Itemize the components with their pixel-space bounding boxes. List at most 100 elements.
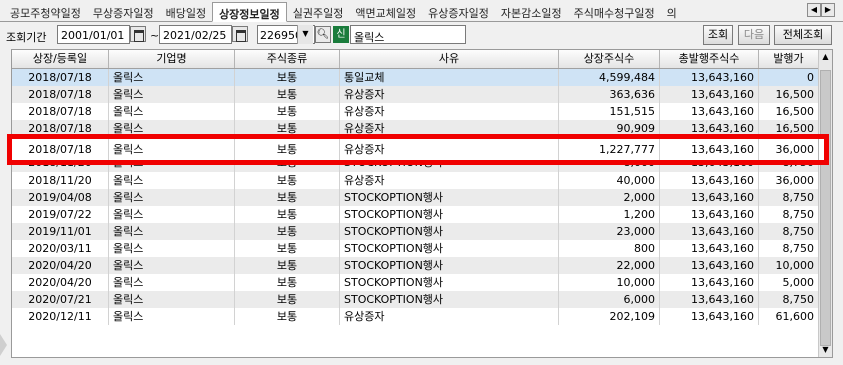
tab-appraisal-rights[interactable]: 주식매수청구일정 xyxy=(568,2,661,21)
tab-dividend[interactable]: 배당일정 xyxy=(160,2,212,21)
cell-company: 올릭스 xyxy=(109,222,235,240)
cell-reason: 유상증자 xyxy=(340,308,559,326)
search-icon[interactable]: 🔍︎ xyxy=(315,26,331,43)
cell-reason: STOCKOPTION행사 xyxy=(340,222,559,240)
tab-listing-info[interactable]: 상장정보일정 xyxy=(212,2,287,22)
cell-share-type: 보통 xyxy=(235,69,340,87)
cell-listed-shares: 1,227,777 xyxy=(559,139,660,160)
calendar-icon[interactable] xyxy=(232,26,248,42)
cell-share-type: 보통 xyxy=(235,257,340,275)
table-row[interactable]: 2020/12/11 올릭스 보통 유상증자 202,109 13,643,160 61,6… xyxy=(12,308,832,326)
table-row[interactable]: 2018/07/18 올릭스 보통 유상증자 363,636 13,643,160 16,5… xyxy=(12,86,832,104)
search-all-button[interactable]: 전체조회 xyxy=(774,25,832,45)
tab-forfeited-shares[interactable]: 실권주일정 xyxy=(287,2,350,21)
tab-rights-issue[interactable]: 유상증자일정 xyxy=(422,2,495,21)
tab-scroll-left-icon[interactable]: ◀ xyxy=(807,3,821,17)
cell-listing-date: 2018/07/18 xyxy=(12,86,109,104)
end-date-input[interactable]: 2021/02/25 xyxy=(159,25,232,44)
cell-total-shares: 13,643,160 xyxy=(660,188,759,206)
cell-listed-shares: 363,636 xyxy=(559,86,660,104)
cell-issue-price: 36,000 xyxy=(759,171,819,189)
table-row[interactable]: 2018/07/18 올릭스 보통 통일교체 4,599,484 13,643,160 0 xyxy=(12,69,832,87)
cell-total-shares: 13,643,160 xyxy=(660,291,759,309)
cell-company: 올릭스 xyxy=(109,103,235,121)
cell-share-type: 보통 xyxy=(235,274,340,292)
cell-total-shares: 13,643,160 xyxy=(660,103,759,121)
tab-ipo-subscription[interactable]: 공모주청약일정 xyxy=(4,2,87,21)
table-body: 2018/07/18 올릭스 보통 통일교체 4,599,484 13,643,160 0 2… xyxy=(12,69,832,326)
cell-listing-date: 2020/07/21 xyxy=(12,291,109,309)
table-row[interactable]: 2019/04/08 올릭스 보통 STOCKOPTION행사 2,000 13,643,… xyxy=(12,188,832,206)
cell-issue-price: 8,750 xyxy=(759,239,819,258)
cell-reason: STOCKOPTION행사 xyxy=(340,291,559,309)
scroll-down-icon[interactable]: ▼ xyxy=(819,343,832,357)
table-row[interactable]: 2018/07/18 올릭스 보통 유상증자 1,227,777 13,643,… xyxy=(12,139,824,160)
cell-listed-shares: 1,200 xyxy=(559,205,660,223)
table-row[interactable]: 2018/11/20 올릭스 보통 유상증자 40,000 13,643,160 36,00… xyxy=(12,171,832,189)
table-row[interactable]: 2018/07/18 올릭스 보통 유상증자 151,515 13,643,160 16,5… xyxy=(12,103,832,121)
calendar-icon[interactable] xyxy=(130,26,146,42)
cell-issue-price: 8,750 xyxy=(759,188,819,206)
company-name-input[interactable]: 올릭스 xyxy=(350,25,466,44)
tab-more[interactable]: 의 xyxy=(661,2,683,21)
search-button[interactable]: 조회 xyxy=(703,25,733,45)
cell-issue-price: 16,500 xyxy=(759,86,819,104)
table-row[interactable]: 2019/07/22 올릭스 보통 STOCKOPTION행사 1,200 13,643,… xyxy=(12,205,832,223)
query-bar: 조회기간 2001/01/01 ~ 2021/02/25 226950 ▼ 🔍︎… xyxy=(0,23,843,47)
side-splitter[interactable] xyxy=(0,334,7,356)
col-share-type[interactable]: 주식종류 xyxy=(235,50,340,68)
new-badge[interactable]: 신 xyxy=(333,26,349,43)
cell-issue-price: 10,000 xyxy=(759,257,819,275)
cell-total-shares: 13,643,160 xyxy=(660,308,759,326)
tab-scroll-arrows: ◀ ▶ xyxy=(807,3,835,17)
table-row[interactable]: 2020/07/21 올릭스 보통 STOCKOPTION행사 6,000 13,643,… xyxy=(12,291,832,309)
table-row[interactable]: 2019/11/01 올릭스 보통 STOCKOPTION행사 23,000 13,643… xyxy=(12,222,832,240)
cell-reason: STOCKOPTION행사 xyxy=(340,188,559,206)
tab-bonus-issue[interactable]: 무상증자일정 xyxy=(87,2,160,21)
table-row[interactable]: 2020/04/20 올릭스 보통 STOCKOPTION행사 22,000 13,643… xyxy=(12,257,832,275)
table-row[interactable]: 2020/04/20 올릭스 보통 STOCKOPTION행사 10,000 13,643… xyxy=(12,274,832,292)
cell-listing-date: 2018/07/18 xyxy=(12,103,109,121)
cell-total-shares: 13,643,160 xyxy=(660,171,759,189)
col-listed-shares[interactable]: 상장주식수 xyxy=(559,50,660,68)
cell-company: 올릭스 xyxy=(109,308,235,326)
cell-reason: STOCKOPTION행사 xyxy=(340,239,559,258)
cell-listing-date: 2020/04/20 xyxy=(12,274,109,292)
tab-capital-reduction[interactable]: 자본감소일정 xyxy=(495,2,568,21)
scrollbar-thumb[interactable] xyxy=(820,70,831,346)
highlighted-row: 2018/07/18 올릭스 보통 유상증자 1,227,777 13,643,… xyxy=(7,134,829,165)
col-listing-date[interactable]: 상장/등록일 xyxy=(12,50,109,68)
cell-company: 올릭스 xyxy=(109,257,235,275)
cell-reason: STOCKOPTION행사 xyxy=(340,274,559,292)
date-range-tilde: ~ xyxy=(150,29,160,42)
cell-total-shares: 13,643,160 xyxy=(660,239,759,258)
tab-par-value-change[interactable]: 액면교체일정 xyxy=(349,2,422,21)
cell-listed-shares: 10,000 xyxy=(559,274,660,292)
cell-share-type: 보통 xyxy=(235,239,340,258)
cell-share-type: 보통 xyxy=(235,188,340,206)
cell-listed-shares: 23,000 xyxy=(559,222,660,240)
cell-listing-date: 2018/07/18 xyxy=(12,69,109,87)
col-issue-price[interactable]: 발행가 xyxy=(759,50,819,68)
cell-share-type: 보통 xyxy=(235,103,340,121)
cell-company: 올릭스 xyxy=(109,239,235,258)
next-button[interactable]: 다음 xyxy=(738,25,770,45)
cell-listed-shares: 22,000 xyxy=(559,257,660,275)
table-header: 상장/등록일 기업명 주식종류 사유 상장주식수 총발행주식수 발행가 xyxy=(12,50,832,69)
cell-listing-date: 2019/11/01 xyxy=(12,222,109,240)
col-reason[interactable]: 사유 xyxy=(340,50,559,68)
start-date-input[interactable]: 2001/01/01 xyxy=(57,25,130,44)
cell-listed-shares: 202,109 xyxy=(559,308,660,326)
vertical-scrollbar[interactable]: ▲ ▼ xyxy=(818,50,832,357)
col-company[interactable]: 기업명 xyxy=(109,50,235,68)
cell-listing-date: 2018/11/20 xyxy=(12,171,109,189)
cell-total-shares: 13,643,160 xyxy=(660,274,759,292)
chevron-down-icon[interactable]: ▼ xyxy=(297,25,313,44)
col-total-shares[interactable]: 총발행주식수 xyxy=(660,50,759,68)
cell-share-type: 보통 xyxy=(235,86,340,104)
listing-table: 상장/등록일 기업명 주식종류 사유 상장주식수 총발행주식수 발행가 2018… xyxy=(11,49,833,358)
scroll-up-icon[interactable]: ▲ xyxy=(819,50,832,64)
table-row[interactable]: 2020/03/11 올릭스 보통 STOCKOPTION행사 800 13,643,16… xyxy=(12,239,832,258)
tab-bar: 공모주청약일정 무상증자일정 배당일정 상장정보일정 실권주일정 액면교체일정 … xyxy=(0,0,843,22)
tab-scroll-right-icon[interactable]: ▶ xyxy=(821,3,835,17)
